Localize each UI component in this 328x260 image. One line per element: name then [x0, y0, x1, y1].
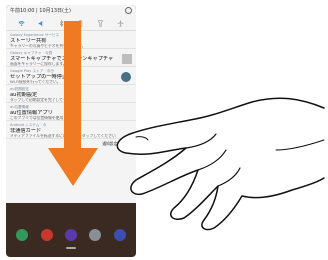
hand-illustration	[116, 97, 325, 231]
